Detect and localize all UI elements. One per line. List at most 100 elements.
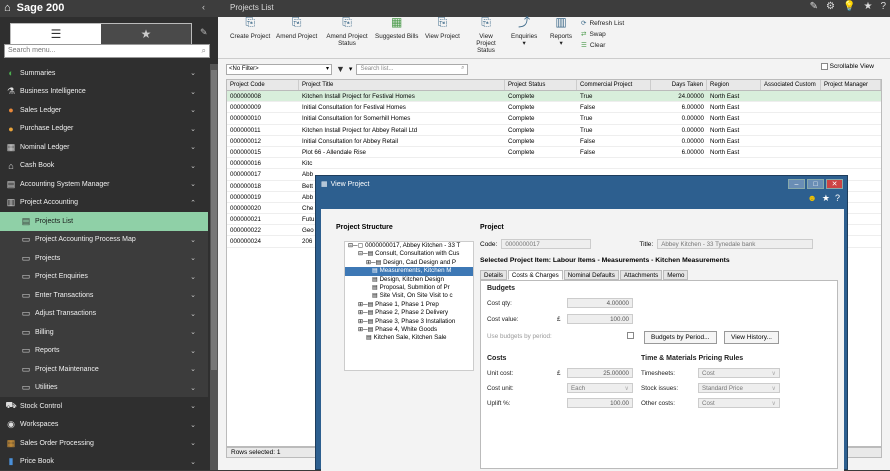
sidebar-item[interactable]: ▭Project Maintenance⌄: [0, 360, 208, 379]
create-project-button[interactable]: ⎘Create Project: [230, 19, 270, 40]
sidebar-item[interactable]: ▤Accounting System Manager⌄: [0, 175, 208, 194]
sidebar-item[interactable]: ▮Price Book⌄: [0, 453, 208, 471]
sidebar-item[interactable]: ▤Projects List: [0, 212, 208, 231]
table-row[interactable]: 000000009Initial Consultation for Festiv…: [227, 102, 881, 113]
table-row[interactable]: 000000012Initial Consultation for Abbey …: [227, 136, 881, 147]
tab-nominal-defaults[interactable]: Nominal Defaults: [564, 270, 619, 280]
scrollable-view-toggle[interactable]: Scrollable View: [821, 63, 874, 70]
star-icon[interactable]: ★: [822, 193, 830, 204]
tree-node[interactable]: ▤ Proposal, Submition of Pr: [345, 284, 473, 292]
amend-project-status-button[interactable]: ⎘Amend Project Status: [323, 19, 371, 47]
settings-icon[interactable]: ⚙: [826, 1, 835, 12]
column-header[interactable]: Days Taken: [651, 80, 707, 90]
column-header[interactable]: Project Code: [227, 80, 299, 90]
reports-button[interactable]: ▥Reports▾: [550, 19, 572, 47]
sidebar-item[interactable]: ◐Summaries⌄: [0, 64, 208, 83]
menu-search-input[interactable]: Search menu... ⌕: [4, 44, 210, 58]
column-header[interactable]: Project Manager: [821, 80, 881, 90]
cost-value-field[interactable]: 100.00: [567, 314, 633, 324]
sidebar-item[interactable]: ◉Workspaces⌄: [0, 416, 208, 435]
close-button[interactable]: ✕: [826, 179, 843, 189]
timesheets-select[interactable]: Cost∨: [698, 368, 780, 378]
sidebar-scrollbar[interactable]: [210, 64, 218, 470]
scrollbar-thumb[interactable]: [211, 70, 217, 370]
sidebar-item[interactable]: ▥Project Accounting⌃: [0, 194, 208, 213]
suggested-bills-button[interactable]: ▦Suggested Bills: [375, 19, 418, 40]
help-icon[interactable]: ?: [835, 193, 840, 204]
pin-icon[interactable]: ✎: [200, 27, 208, 38]
tree-node[interactable]: ▤ Kitchen Sale, Kitchen Sale: [345, 334, 473, 342]
stock-issues-select[interactable]: Standard Price∨: [698, 383, 780, 393]
tree-node[interactable]: ▤ Measurements, Kitchen M: [345, 267, 473, 275]
unit-cost-field[interactable]: 25.00000: [567, 368, 633, 378]
cost-unit-select[interactable]: Each∨: [567, 383, 633, 393]
other-costs-select[interactable]: Cost∨: [698, 398, 780, 408]
title-field[interactable]: Abbey Kitchen - 33 Tynedale bank: [657, 239, 813, 249]
tree-node[interactable]: ⊞─▤ Phase 4, White Goods: [345, 326, 473, 334]
code-field[interactable]: 0000000017: [501, 239, 591, 249]
view-project-status-button[interactable]: ⎘View Project Status: [469, 19, 503, 54]
refresh-list-button[interactable]: ⟳Refresh List: [581, 19, 624, 27]
edit-icon[interactable]: ✎: [810, 1, 818, 12]
tree-node[interactable]: ▤ Site Visit, On Site Visit to c: [345, 292, 473, 300]
tree-node[interactable]: ⊞─▤ Phase 3, Phase 3 Installation: [345, 318, 473, 326]
tab-memo[interactable]: Memo: [663, 270, 688, 280]
tab-details[interactable]: Details: [480, 270, 507, 280]
clear-button[interactable]: ☰Clear: [581, 41, 605, 49]
tree-node[interactable]: ⊞─▤ Design, Cad Design and P: [345, 259, 473, 267]
sidebar-item[interactable]: ▭Project Accounting Process Map⌄: [0, 231, 208, 250]
column-header[interactable]: Region: [707, 80, 761, 90]
sidebar-item[interactable]: ▭Reports⌄: [0, 342, 208, 361]
lightbulb-icon[interactable]: 💡: [843, 1, 855, 12]
tab-costs-charges[interactable]: Costs & Charges: [508, 270, 563, 280]
cost-qty-field[interactable]: 4.00000: [567, 298, 633, 308]
table-row[interactable]: 000000016Kitc: [227, 158, 881, 169]
tree-node[interactable]: ⊞─▤ Phase 1, Phase 1 Prep: [345, 301, 473, 309]
favourites-tab[interactable]: ★: [101, 24, 191, 44]
tree-node[interactable]: ▤ Design, Kitchen Design: [345, 276, 473, 284]
swap-button[interactable]: ⇄Swap: [581, 30, 606, 38]
tree-node[interactable]: ⊟─▢ 0000000017, Abbey Kitchen - 33 T: [345, 242, 473, 250]
tree-node[interactable]: ⊟─▤ Consult, Consultation with Cus: [345, 250, 473, 258]
sidebar-item[interactable]: ▭Enter Transactions⌄: [0, 286, 208, 305]
scrollable-checkbox[interactable]: [821, 63, 828, 70]
filter-select[interactable]: <No Filter>▾: [226, 64, 332, 75]
funnel-icon[interactable]: ▼: [336, 64, 345, 74]
table-row[interactable]: 000000010Initial Consultation for Somerh…: [227, 113, 881, 124]
sidebar-item[interactable]: ▦Sales Order Processing⌄: [0, 434, 208, 453]
enquiries-button[interactable]: ⤴Enquiries▾: [511, 19, 537, 47]
sidebar-item[interactable]: ⌂Cash Book⌄: [0, 157, 208, 176]
column-header[interactable]: Project Status: [505, 80, 577, 90]
view-project-button[interactable]: ⎘View Project: [425, 19, 460, 40]
star-icon[interactable]: ★: [863, 1, 872, 12]
chevron-down-icon[interactable]: ▾: [349, 65, 353, 73]
maximize-button[interactable]: □: [807, 179, 824, 189]
app-logo[interactable]: ⌂ Sage 200: [4, 2, 64, 14]
sidebar-item[interactable]: ▭Adjust Transactions⌄: [0, 305, 208, 324]
column-header[interactable]: Commercial Project: [577, 80, 651, 90]
amend-project-button[interactable]: ⎘Amend Project: [276, 19, 317, 40]
sidebar-item[interactable]: ⛟Stock Control⌄: [0, 397, 208, 416]
sidebar-item[interactable]: ●Purchase Ledger⌄: [0, 120, 208, 139]
table-row[interactable]: 000000015Plot 66 - Allendale RiseComplet…: [227, 147, 881, 158]
list-search-input[interactable]: Search list...⌕: [356, 64, 468, 75]
sidebar-item[interactable]: ▦Nominal Ledger⌄: [0, 138, 208, 157]
tree-node[interactable]: ⊞─▤ Phase 2, Phase 2 Delivery: [345, 309, 473, 317]
sidebar-item[interactable]: ▭Billing⌄: [0, 323, 208, 342]
sidebar-item[interactable]: ▭Project Enquiries⌄: [0, 268, 208, 287]
collapse-sidebar-button[interactable]: ‹: [202, 2, 205, 12]
menu-tab[interactable]: ☰: [11, 24, 101, 44]
uplift-field[interactable]: 100.00: [567, 398, 633, 408]
view-history-button[interactable]: View History...: [724, 331, 779, 344]
sidebar-item[interactable]: ⚗Business Intelligence⌄: [0, 83, 208, 102]
minimize-button[interactable]: –: [788, 179, 805, 189]
table-row[interactable]: 000000011Kitchen Install Project for Abb…: [227, 125, 881, 136]
sidebar-item[interactable]: ▭Projects⌄: [0, 249, 208, 268]
column-header[interactable]: Project Title: [299, 80, 505, 90]
sidebar-item[interactable]: ▭Utilities⌄: [0, 379, 208, 398]
column-header[interactable]: Associated Custom: [761, 80, 821, 90]
table-row[interactable]: 000000008Kitchen Install Project for Fes…: [227, 91, 881, 102]
help-icon[interactable]: ?: [880, 1, 886, 12]
use-budgets-checkbox[interactable]: [627, 332, 634, 339]
sidebar-item[interactable]: ●Sales Ledger⌄: [0, 101, 208, 120]
